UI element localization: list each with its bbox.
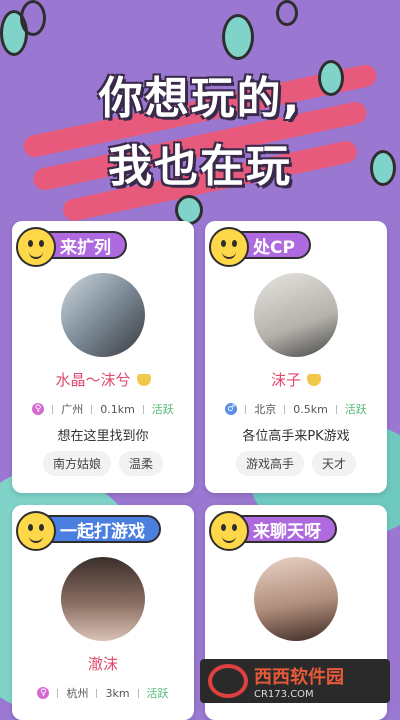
card-tag: 处CP (209, 227, 311, 267)
user-card[interactable]: 一起打游戏 澈沫 ♀ 杭州 3km 活跃 (12, 505, 194, 720)
user-city: 广州 (61, 403, 84, 416)
headline-line2: 我也在玩 (108, 141, 292, 192)
user-bio: 各位高手来PK游戏 (242, 429, 350, 444)
user-name: 水晶～沫兮 (55, 371, 131, 389)
female-icon: ♀ (32, 403, 45, 415)
status-badge: 活跃 (146, 687, 169, 700)
decor-ring (276, 0, 298, 26)
tag-chip: 游戏高手 (235, 451, 304, 476)
status-badge: 活跃 (344, 403, 367, 416)
avatar[interactable] (254, 273, 338, 357)
avatar[interactable] (61, 273, 145, 357)
decor-ring (20, 0, 46, 36)
card-tag: 来聊天呀 (209, 511, 337, 551)
user-name: 澈沫 (87, 655, 118, 673)
card-tag-label: 一起打游戏 (60, 521, 145, 542)
heart-icon (307, 373, 321, 386)
watermark-brand: 西西软件园 (254, 666, 344, 688)
tag-chip: 南方姑娘 (42, 451, 111, 476)
male-icon: ♂ (225, 403, 238, 415)
user-distance: 0.1km (100, 402, 135, 416)
user-card[interactable]: 处CP 沫子 ♂ 北京 0.5km 活跃 各位高手来PK游戏 游戏高手 天才 (205, 221, 387, 493)
heart-icon (136, 373, 151, 386)
emoji-face-icon (209, 511, 249, 551)
user-card[interactable]: 来扩列 水晶～沫兮 ♀ 广州 0.1km 活跃 想在这里找到你 南方姑娘 温柔 (12, 221, 194, 493)
emoji-face-icon (16, 511, 56, 551)
watermark: 西西软件园 CR173.COM (200, 659, 390, 703)
status-badge: 活跃 (151, 403, 174, 416)
watermark-url: CR173.COM (254, 688, 314, 700)
user-distance: 3km (105, 686, 130, 700)
decor-dot (222, 14, 254, 60)
watermark-logo-icon (208, 664, 248, 698)
user-city: 北京 (254, 403, 277, 416)
headline-line1: 你想玩的, (98, 73, 302, 124)
emoji-face-icon (209, 227, 249, 267)
user-name: 沫子 (270, 371, 301, 389)
user-bio: 想在这里找到你 (57, 429, 149, 444)
card-tag-label: 来聊天呀 (253, 521, 321, 542)
card-tag: 来扩列 (16, 227, 127, 267)
female-icon: ♀ (37, 687, 50, 699)
card-tag-label: 处CP (253, 237, 295, 258)
card-tag-label: 来扩列 (60, 237, 111, 258)
user-city: 杭州 (66, 687, 89, 700)
avatar[interactable] (254, 557, 338, 641)
emoji-face-icon (16, 227, 56, 267)
tag-chip: 天才 (312, 451, 357, 476)
card-tag: 一起打游戏 (16, 511, 161, 551)
user-distance: 0.5km (293, 402, 328, 416)
avatar[interactable] (61, 557, 145, 641)
tag-chip: 温柔 (119, 451, 164, 476)
